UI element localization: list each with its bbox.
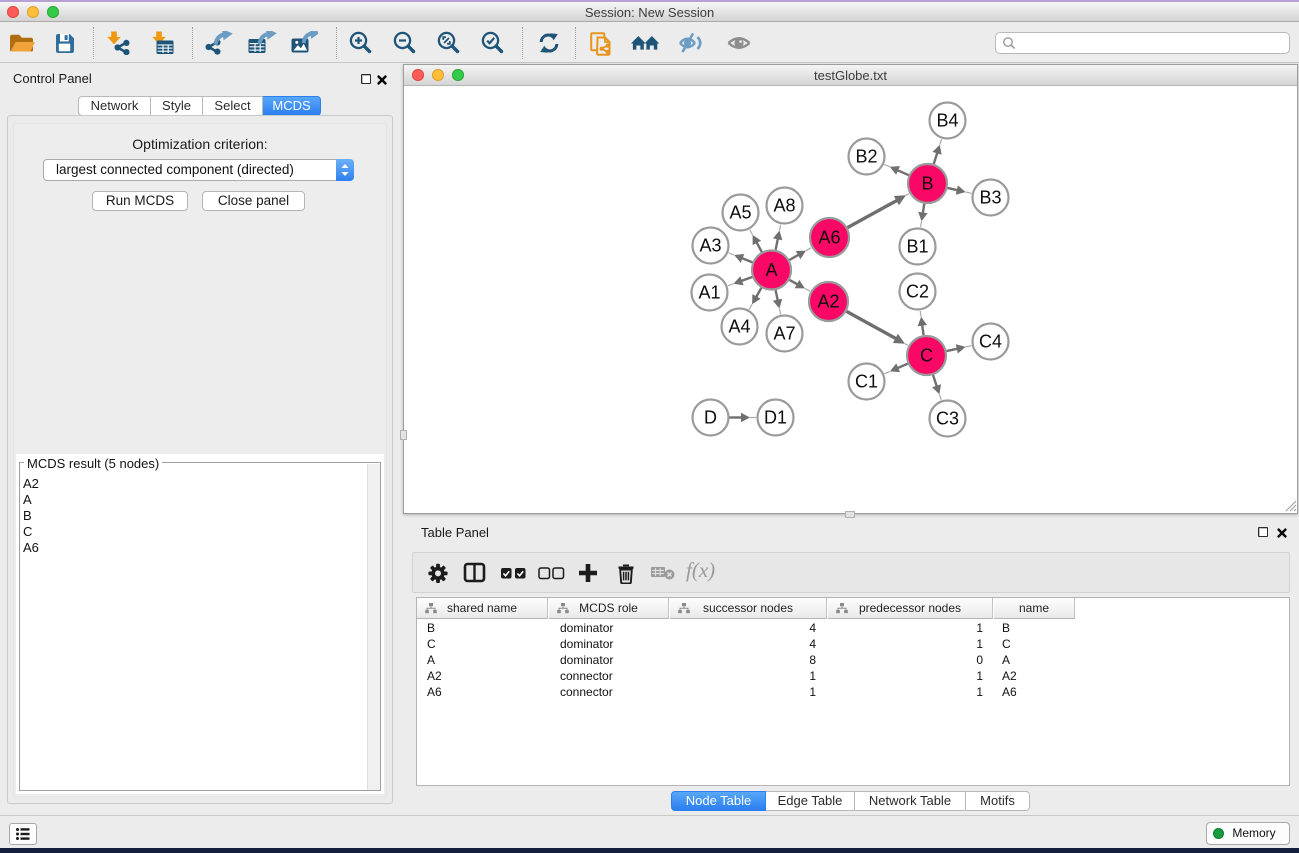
svg-text:A7: A7 (773, 323, 795, 343)
svg-text:B: B (921, 173, 933, 193)
svg-text:A3: A3 (699, 235, 721, 255)
svg-text:A1: A1 (698, 282, 720, 302)
svg-text:C2: C2 (905, 281, 928, 301)
svg-text:D: D (704, 407, 717, 427)
svg-text:B3: B3 (979, 187, 1001, 207)
svg-text:C: C (920, 345, 933, 365)
svg-text:B4: B4 (936, 110, 958, 130)
svg-text:C1: C1 (854, 371, 877, 391)
svg-text:A5: A5 (729, 202, 751, 222)
svg-text:D1: D1 (763, 407, 786, 427)
svg-text:A8: A8 (773, 195, 795, 215)
svg-text:C3: C3 (935, 408, 958, 428)
svg-text:B1: B1 (906, 236, 928, 256)
svg-text:A: A (765, 260, 777, 280)
svg-text:A2: A2 (817, 291, 839, 311)
svg-text:C4: C4 (978, 331, 1001, 351)
svg-text:A4: A4 (728, 316, 750, 336)
svg-text:B2: B2 (855, 146, 877, 166)
svg-text:A6: A6 (818, 227, 840, 247)
